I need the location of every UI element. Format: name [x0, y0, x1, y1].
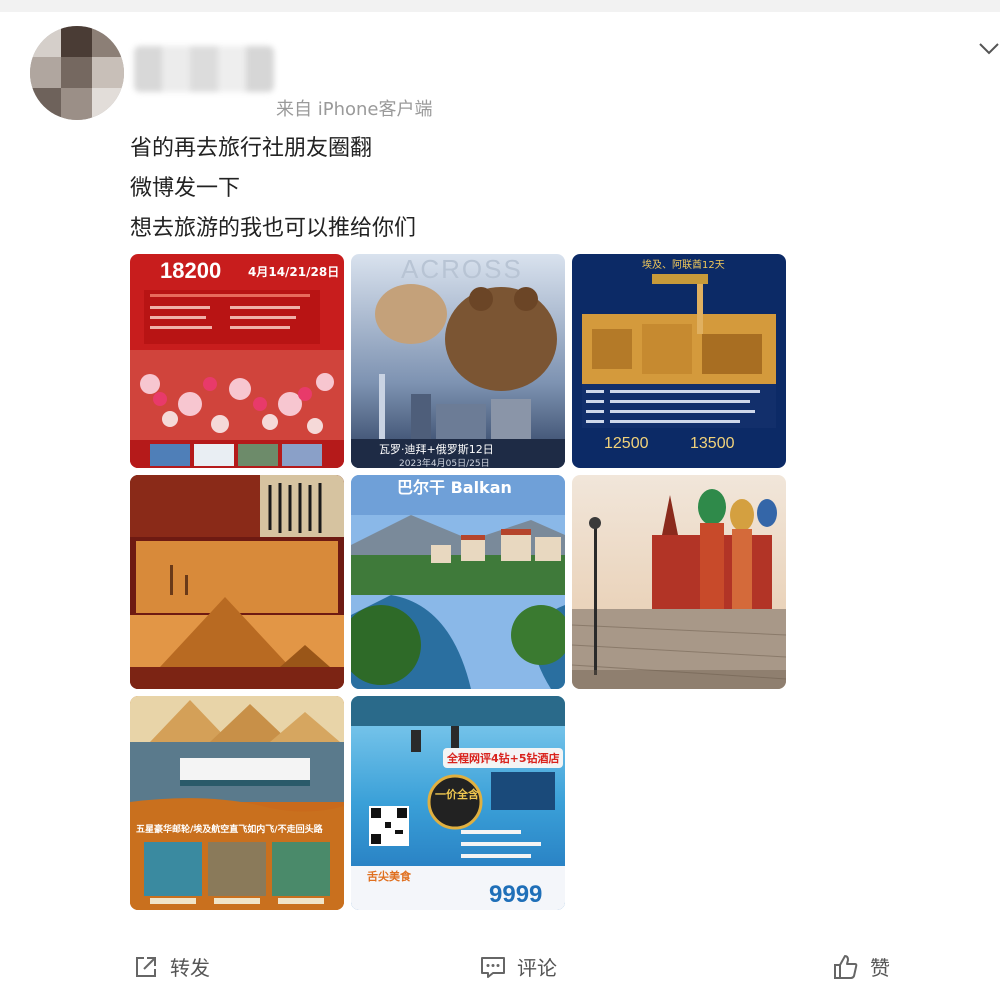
- repost-button[interactable]: 转发: [132, 952, 210, 981]
- post-text-line-2: 微博发一下: [130, 176, 241, 201]
- maldives-tag: 一价全含: [435, 787, 480, 801]
- maldives-food: 舌尖美食: [367, 869, 412, 883]
- image-balkan[interactable]: 巴尔干 Balkan: [351, 475, 565, 689]
- image-nile-cruise[interactable]: 五星豪华邮轮/埃及航空直飞如内飞/不走回头路: [130, 696, 344, 910]
- post-source: 来自 iPhone客户端: [276, 99, 433, 120]
- thumbs-up-icon: [834, 954, 858, 979]
- dubai-overlay-text: ACROSS: [401, 254, 523, 284]
- image-moscow[interactable]: [572, 475, 786, 689]
- action-bar: 转发 评论 赞: [0, 948, 1000, 986]
- comment-icon: [481, 956, 505, 978]
- egypt-title: 埃及、阿联酋12天: [642, 258, 725, 271]
- avatar[interactable]: [30, 26, 124, 120]
- post-text-line-3: 想去旅游的我也可以推给你们: [130, 216, 417, 241]
- comment-button[interactable]: 评论: [479, 952, 557, 981]
- top-band: [0, 0, 1000, 12]
- tulips-dates: 4月14/21/28日: [248, 265, 339, 279]
- image-dubai-russia[interactable]: ACROSS 瓦罗·迪拜+俄罗斯12日 2023年4月05日/25日: [351, 254, 565, 468]
- like-button[interactable]: 赞: [832, 952, 890, 981]
- like-label: 赞: [870, 956, 890, 980]
- balkan-title: 巴尔干 Balkan: [397, 478, 512, 497]
- username-blurred[interactable]: [134, 46, 274, 92]
- post-text-line-1: 省的再去旅行社朋友圈翻: [130, 136, 373, 161]
- egypt-price-a: 12500: [604, 435, 649, 452]
- image-maldives[interactable]: 全程网评4钻+5钻酒店 一价全含 舌尖美食 9999: [351, 696, 565, 910]
- repost-label: 转发: [170, 956, 210, 980]
- share-icon: [136, 956, 156, 977]
- dubai-title: 瓦罗·迪拜+俄罗斯12日: [379, 443, 494, 456]
- egypt-price-b: 13500: [690, 435, 735, 452]
- image-grid: 18200 4月14/21/28日 ACROSS 瓦罗·迪拜+俄罗斯12日 20…: [130, 254, 790, 914]
- nile-caption: 五星豪华邮轮/埃及航空直飞如内飞/不走回头路: [136, 823, 324, 835]
- image-egypt-jordan[interactable]: 埃及、阿联酋12天 12500 13500: [572, 254, 786, 468]
- image-tulips[interactable]: 18200 4月14/21/28日: [130, 254, 344, 468]
- image-kenya-egypt[interactable]: [130, 475, 344, 689]
- comment-label: 评论: [517, 956, 557, 980]
- maldives-badge: 全程网评4钻+5钻酒店: [446, 751, 560, 765]
- tulips-price: 18200: [160, 258, 221, 283]
- dubai-date: 2023年4月05日/25日: [399, 457, 490, 468]
- chevron-down-icon[interactable]: [978, 38, 1000, 60]
- maldives-price: 9999: [489, 881, 542, 908]
